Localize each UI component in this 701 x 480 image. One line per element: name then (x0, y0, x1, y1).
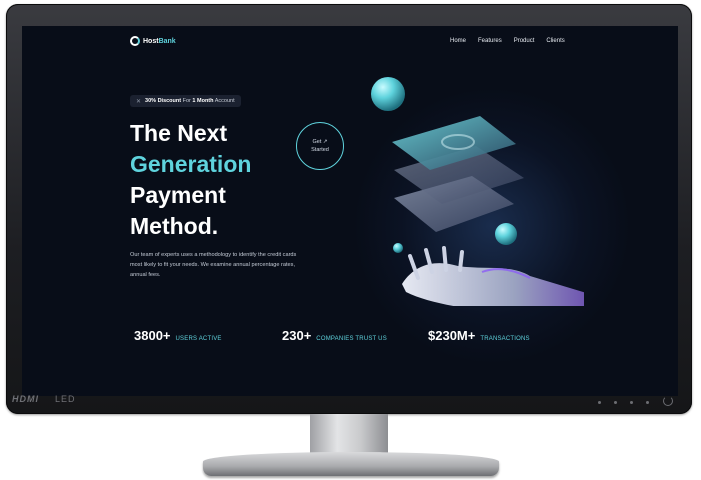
stat-users-value: 3800+ (134, 328, 171, 343)
title-line-2: Generation (130, 151, 252, 177)
badge-duration: 1 Month (192, 98, 214, 104)
badge-text: 30% Discount For 1 Month Account (145, 98, 235, 104)
badge-percent: 30% Discount (145, 98, 182, 104)
monitor-stand-base (203, 452, 499, 476)
cta-line-2: Started (311, 147, 329, 153)
sphere-large (371, 77, 405, 111)
monitor-led-label: LED (55, 394, 76, 404)
title-line-1: The Next (130, 120, 228, 146)
website-screen: HostBank Home Features Product Clients ✕… (22, 26, 678, 396)
get-started-label: Get ↗ Started (311, 138, 329, 154)
logo-icon (130, 36, 140, 46)
sphere-small (393, 243, 403, 253)
nav-features[interactable]: Features (478, 38, 502, 44)
stat-users-label: USERS ACTIVE (175, 336, 222, 342)
monitor-stand-neck (310, 414, 388, 456)
power-icon[interactable] (663, 396, 673, 406)
stat-companies-value: 230+ (282, 328, 312, 343)
stat-transactions: $230M+ TRANSACTIONS (428, 328, 530, 343)
monitor-button-4[interactable] (646, 401, 649, 404)
nav-product[interactable]: Product (514, 38, 535, 44)
cta-line-1: Get ↗ (312, 139, 328, 145)
nav-clients[interactable]: Clients (546, 38, 564, 44)
title-line-4: Method. (130, 213, 219, 239)
site-logo[interactable]: HostBank (130, 36, 176, 46)
monitor-button-3[interactable] (630, 401, 633, 404)
stat-companies-label: COMPANIES TRUST US (316, 336, 387, 342)
monitor-button-2[interactable] (614, 401, 617, 404)
stat-transactions-label: TRANSACTIONS (480, 336, 530, 342)
hero-title: The Next Generation Payment Method. (130, 118, 251, 242)
close-icon[interactable]: ✕ (136, 98, 141, 105)
main-nav: Home Features Product Clients (450, 38, 565, 44)
badge-end: Account (214, 98, 235, 104)
monitor-frame: HostBank Home Features Product Clients ✕… (6, 4, 692, 414)
discount-badge: ✕ 30% Discount For 1 Month Account (130, 95, 241, 107)
stat-users: 3800+ USERS ACTIVE (134, 328, 222, 343)
get-started-button[interactable]: Get ↗ Started (296, 122, 344, 170)
badge-mid: For (182, 98, 191, 104)
hero-illustration (371, 77, 584, 306)
logo-accent: Bank (158, 37, 176, 45)
logo-main: Host (143, 37, 159, 45)
logo-text: HostBank (143, 38, 176, 45)
stat-transactions-value: $230M+ (428, 328, 476, 343)
sphere-medium (495, 223, 517, 245)
title-line-3: Payment (130, 182, 226, 208)
stat-companies: 230+ COMPANIES TRUST US (282, 328, 387, 343)
monitor-hdmi-label: HDMI (12, 394, 39, 404)
nav-home[interactable]: Home (450, 38, 466, 44)
monitor-button-1[interactable] (598, 401, 601, 404)
hero-description: Our team of experts uses a methodology t… (130, 252, 297, 278)
